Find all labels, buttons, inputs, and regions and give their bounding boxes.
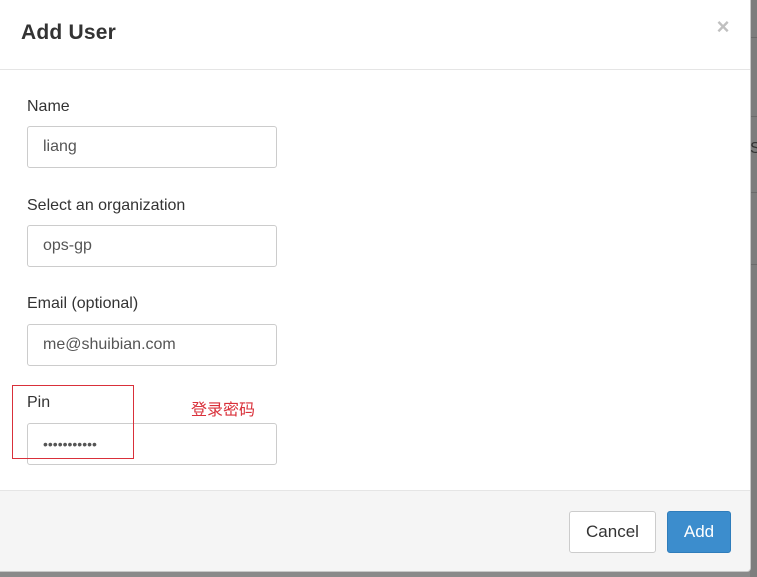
name-input-value: liang: [43, 138, 77, 155]
email-field-group: Email (optional) me@shuibian.com: [27, 294, 277, 366]
organization-field-group: Select an organization ops-gp: [27, 196, 277, 267]
backdrop-divider: [750, 116, 757, 117]
cancel-button[interactable]: Cancel: [569, 511, 656, 553]
name-label: Name: [27, 98, 70, 115]
backdrop-divider: [750, 192, 757, 193]
backdrop-text: S: [750, 140, 757, 157]
email-label: Email (optional): [27, 295, 139, 312]
organization-input[interactable]: ops-gp: [27, 225, 277, 267]
dialog-header: Add User ×: [0, 0, 750, 70]
add-button[interactable]: Add: [667, 511, 731, 553]
add-user-dialog: Add User × Name liang Select an organiza…: [0, 0, 751, 572]
backdrop-divider: [750, 264, 757, 265]
organization-input-value: ops-gp: [43, 237, 92, 254]
email-input-value: me@shuibian.com: [43, 336, 176, 353]
name-input[interactable]: liang: [27, 126, 277, 168]
backdrop-divider: [750, 37, 757, 38]
dialog-title: Add User: [21, 21, 116, 44]
organization-label: Select an organization: [27, 197, 186, 214]
annotation-highlight-box: [12, 385, 134, 459]
page-backdrop: [750, 0, 757, 577]
annotation-label: 登录密码: [191, 400, 256, 419]
close-icon[interactable]: ×: [712, 14, 734, 40]
email-input[interactable]: me@shuibian.com: [27, 324, 277, 366]
dialog-footer: Cancel Add: [0, 490, 750, 571]
name-field-group: Name liang: [27, 97, 277, 168]
